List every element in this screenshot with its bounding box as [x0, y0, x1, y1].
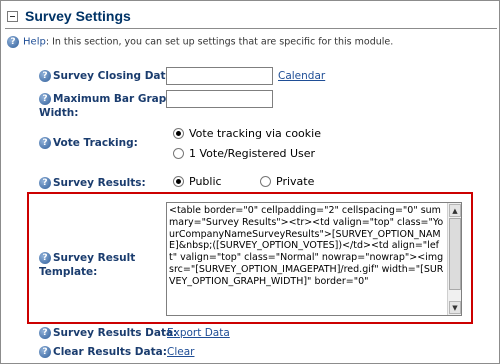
collapse-icon[interactable] [7, 10, 18, 22]
clear-link[interactable]: Clear [167, 346, 194, 358]
help-link[interactable]: Help [23, 37, 46, 48]
help-icon[interactable]: ? [39, 252, 51, 264]
section-title: Survey Settings [25, 8, 131, 24]
max-bar-width-label: ? Maximum Bar Graph Width: [39, 93, 174, 119]
help-icon[interactable]: ? [39, 93, 51, 105]
help-icon[interactable]: ? [39, 346, 51, 358]
closing-date-input[interactable] [166, 67, 273, 85]
survey-results-label: ? Survey Results: [39, 177, 146, 189]
help-text: : In this section, you can set up settin… [45, 36, 394, 48]
result-template-label: ? Survey Result Template: [39, 252, 136, 278]
radio-icon[interactable] [173, 148, 184, 159]
vote-tracking-registered-option[interactable]: 1 Vote/Registered User [173, 147, 315, 160]
radio-icon[interactable] [260, 176, 271, 187]
vote-tracking-cookie-option[interactable]: Vote tracking via cookie [173, 127, 321, 140]
closing-date-label: ? Survey Closing Date: [39, 70, 177, 82]
help-icon[interactable]: ? [7, 36, 19, 48]
help-icon[interactable]: ? [39, 177, 51, 189]
help-line: ? Help: In this section, you can set up … [7, 36, 393, 48]
scroll-up-icon[interactable]: ▲ [449, 204, 461, 217]
calendar-link[interactable]: Calendar [278, 70, 325, 82]
results-data-label: ? Survey Results Data: [39, 327, 177, 339]
result-template-text: <table border="0" cellpadding="2" cellsp… [169, 205, 447, 287]
survey-settings-panel: Survey Settings ? Help: In this section,… [0, 0, 500, 364]
header-divider [5, 28, 497, 29]
survey-results-public-option[interactable]: Public [173, 175, 222, 188]
section-header[interactable]: Survey Settings [5, 5, 131, 27]
help-icon[interactable]: ? [39, 327, 51, 339]
result-template-textarea[interactable]: <table border="0" cellpadding="2" cellsp… [166, 202, 462, 316]
help-icon[interactable]: ? [39, 137, 51, 149]
radio-selected-icon[interactable] [173, 176, 184, 187]
textarea-scrollbar[interactable]: ▲ ▼ [447, 203, 461, 315]
clear-results-label: ? Clear Results Data: [39, 346, 167, 358]
export-data-link[interactable]: Export Data [167, 327, 230, 339]
vote-tracking-label: ? Vote Tracking: [39, 137, 138, 149]
radio-selected-icon[interactable] [173, 128, 184, 139]
scroll-thumb[interactable] [449, 218, 461, 290]
max-bar-width-input[interactable] [166, 90, 273, 108]
survey-results-private-option[interactable]: Private [260, 175, 314, 188]
help-icon[interactable]: ? [39, 70, 51, 82]
scroll-down-icon[interactable]: ▼ [449, 301, 461, 314]
